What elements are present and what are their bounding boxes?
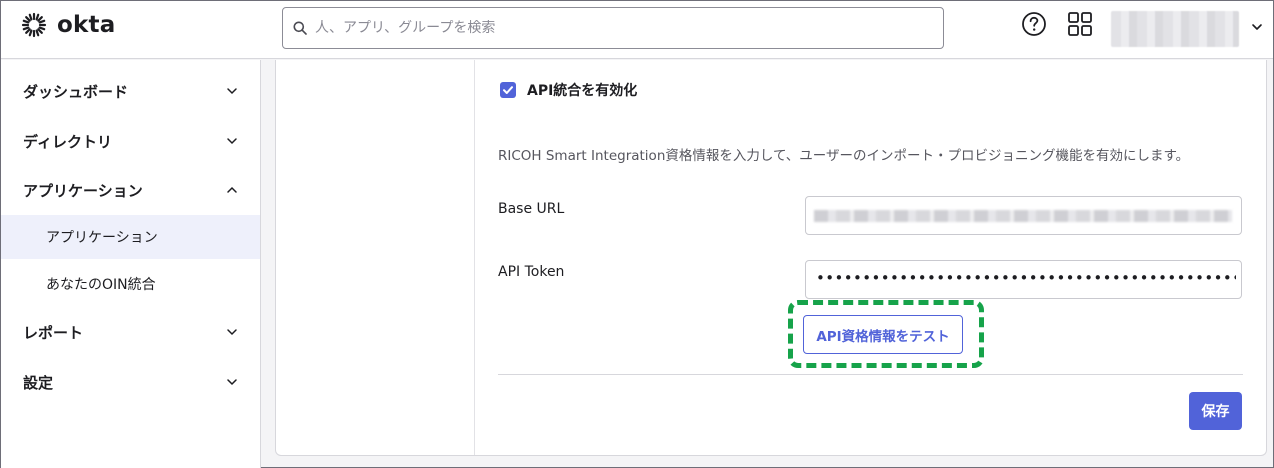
panel-column-divider	[474, 60, 475, 455]
sidebar-subitem-label: アプリケーション	[46, 230, 158, 246]
sidebar-subitem-label: あなたのOIN統合	[46, 277, 156, 293]
base-url-redacted-value	[814, 210, 1232, 222]
base-url-input[interactable]	[805, 196, 1242, 235]
help-icon[interactable]	[1021, 11, 1047, 37]
user-menu[interactable]	[1111, 11, 1239, 47]
search-input[interactable]	[315, 20, 915, 36]
sidebar: ダッシュボード ディレクトリ アプリケーション アプリケーション あなたのOIN…	[1, 60, 261, 468]
search-icon	[293, 21, 307, 35]
apps-grid-icon[interactable]	[1067, 11, 1093, 37]
integration-description: RICOH Smart Integration資格情報を入力して、ユーザーのイン…	[498, 148, 1190, 164]
sidebar-item-label: レポート	[23, 323, 84, 342]
okta-logo[interactable]: okta	[21, 12, 115, 38]
sidebar-item-settings[interactable]: 設定	[1, 360, 260, 404]
sidebar-item-reports[interactable]: レポート	[1, 310, 260, 354]
base-url-label: Base URL	[498, 201, 565, 217]
sidebar-subitem-applications[interactable]: アプリケーション	[1, 215, 260, 259]
chevron-down-icon	[227, 138, 237, 145]
chevron-down-icon	[227, 329, 237, 336]
chevron-down-icon	[227, 88, 237, 95]
api-token-input[interactable]: ••••••••••••••••••••••••••••••••••••••••…	[805, 260, 1242, 299]
chevron-up-icon	[227, 186, 237, 193]
test-api-credentials-button[interactable]: API資格情報をテスト	[803, 315, 963, 354]
sidebar-item-dashboard[interactable]: ダッシュボード	[1, 69, 260, 113]
form-divider	[498, 374, 1243, 375]
sidebar-item-label: ディレクトリ	[23, 132, 112, 151]
chevron-down-icon	[227, 379, 237, 386]
search-box[interactable]	[282, 7, 944, 49]
integration-settings-panel: API統合を有効化 RICOH Smart Integration資格情報を入力…	[275, 60, 1267, 456]
enable-api-checkbox[interactable]	[500, 82, 516, 98]
api-token-label: API Token	[498, 264, 565, 280]
okta-sunburst-icon	[21, 12, 47, 38]
save-button[interactable]: 保存	[1189, 392, 1242, 430]
checkmark-icon	[503, 86, 513, 94]
top-header: okta	[1, 1, 1273, 59]
sidebar-subitem-oin-integrations[interactable]: あなたのOIN統合	[1, 262, 260, 306]
api-token-masked-value: ••••••••••••••••••••••••••••••••••••••••…	[816, 269, 1236, 287]
chevron-down-icon[interactable]	[1251, 21, 1263, 33]
enable-api-label: API統合を有効化	[527, 83, 638, 99]
sidebar-item-applications[interactable]: アプリケーション	[1, 168, 260, 212]
enable-api-integration-row[interactable]: API統合を有効化	[500, 80, 637, 100]
sidebar-item-label: ダッシュボード	[23, 82, 129, 101]
sidebar-item-directory[interactable]: ディレクトリ	[1, 119, 260, 163]
sidebar-item-label: 設定	[23, 373, 54, 392]
sidebar-item-label: アプリケーション	[23, 181, 143, 200]
logo-text: okta	[57, 12, 116, 38]
